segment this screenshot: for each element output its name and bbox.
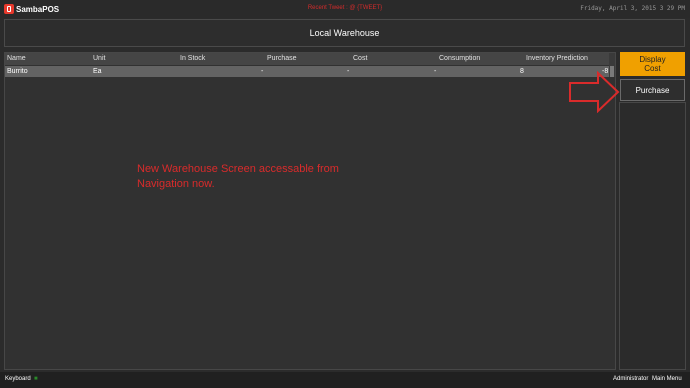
column-header-in-stock[interactable]: In Stock	[180, 53, 205, 65]
side-button-panel	[619, 102, 686, 370]
status-bar: Keyboard ■ Administrator Main Menu	[0, 372, 690, 388]
display-cost-label-line-1: Display	[639, 55, 666, 64]
tweet-ticker: Recent Tweet : @ {TWEET}	[307, 5, 383, 11]
column-header-cost[interactable]: Cost	[353, 53, 367, 65]
column-header-unit[interactable]: Unit	[93, 53, 105, 65]
display-cost-label-line-2: Cost	[644, 64, 661, 73]
display-cost-button[interactable]: Display Cost	[620, 52, 685, 76]
column-header-inventory-prediction[interactable]: Inventory Prediction	[526, 53, 588, 65]
title-panel: Local Warehouse	[4, 19, 685, 47]
grid-header: Name Unit In Stock Purchase Cost Consump…	[5, 53, 615, 65]
table-row[interactable]: Burrito Ea - - - 8 -8	[5, 66, 615, 77]
cell-name: Burrito	[7, 68, 28, 75]
column-header-consumption[interactable]: Consumption	[439, 53, 480, 65]
app-name: SambaPOS	[16, 4, 60, 14]
annotation-text: New Warehouse Screen accessable from Nav…	[137, 162, 397, 192]
user-name[interactable]: Administrator	[613, 376, 648, 382]
cell-cost: -	[347, 68, 350, 75]
main-menu-button[interactable]: Main Menu	[652, 376, 682, 382]
sambapos-logo-icon	[4, 4, 14, 14]
top-bar: SambaPOS Recent Tweet : @ {TWEET} Friday…	[0, 0, 690, 18]
purchase-button-label: Purchase	[635, 85, 670, 95]
column-header-purchase[interactable]: Purchase	[267, 53, 297, 65]
app-logo: SambaPOS	[4, 3, 59, 15]
arrow-right-icon	[569, 71, 620, 113]
purchase-button[interactable]: Purchase	[620, 79, 685, 101]
warehouse-grid: Name Unit In Stock Purchase Cost Consump…	[4, 52, 616, 370]
keyboard-button[interactable]: Keyboard	[5, 376, 31, 382]
cell-purchase: -	[261, 68, 264, 75]
keyboard-indicator-icon: ■	[34, 376, 38, 382]
annotation-line-2: Navigation now.	[137, 178, 215, 190]
page-title: Local Warehouse	[309, 28, 380, 38]
cell-unit: Ea	[93, 68, 102, 75]
cell-consumption: -	[434, 68, 437, 75]
annotation-line-1: New Warehouse Screen accessable from	[137, 163, 339, 175]
column-header-name[interactable]: Name	[7, 53, 26, 65]
datetime-display: Friday, April 3, 2015 3 29 PM	[580, 5, 685, 12]
cell-inventory-prediction: 8	[520, 68, 524, 75]
